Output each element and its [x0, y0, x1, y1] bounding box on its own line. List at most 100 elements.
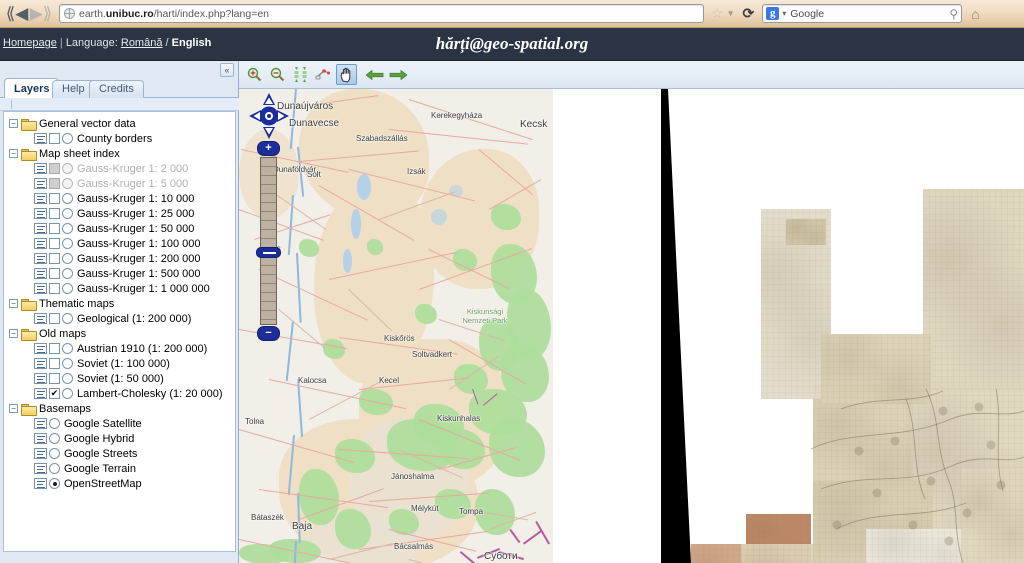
layer-radio[interactable]: [62, 238, 73, 249]
legend-icon[interactable]: [34, 448, 47, 459]
layer-checkbox[interactable]: [49, 238, 60, 249]
legend-icon[interactable]: [34, 433, 47, 444]
layer-item[interactable]: Google Terrain: [8, 461, 235, 476]
legend-icon[interactable]: [34, 208, 47, 219]
layer-checkbox[interactable]: [49, 343, 60, 354]
layer-radio[interactable]: [62, 373, 73, 384]
layer-item[interactable]: Google Streets: [8, 446, 235, 461]
legend-icon[interactable]: [34, 133, 47, 144]
measure-tool[interactable]: [313, 64, 334, 85]
layer-radio[interactable]: [62, 193, 73, 204]
layer-checkbox[interactable]: [49, 178, 60, 189]
layer-item[interactable]: OpenStreetMap: [8, 476, 235, 491]
tree-expander-icon[interactable]: −: [9, 119, 18, 128]
chevron-down-icon[interactable]: ▾: [782, 9, 786, 18]
zoom-out-button[interactable]: −: [257, 326, 280, 341]
layer-radio[interactable]: [49, 418, 60, 429]
layer-checkbox[interactable]: [49, 223, 60, 234]
legend-icon[interactable]: [34, 478, 47, 489]
legend-icon[interactable]: [34, 343, 47, 354]
layer-checkbox[interactable]: [49, 253, 60, 264]
tree-expander-icon[interactable]: −: [9, 149, 18, 158]
chevron-down-icon[interactable]: ▼: [727, 9, 735, 18]
layer-radio[interactable]: [49, 478, 60, 489]
layer-item[interactable]: Gauss-Kruger 1: 5 000: [8, 176, 235, 191]
pan-tool[interactable]: [336, 64, 357, 85]
layer-item[interactable]: Gauss-Kruger 1: 200 000: [8, 251, 235, 266]
layer-item[interactable]: Gauss-Kruger 1: 25 000: [8, 206, 235, 221]
legend-icon[interactable]: [34, 268, 47, 279]
collapse-panel-button[interactable]: «: [220, 63, 234, 77]
tab-credits[interactable]: Credits: [89, 80, 144, 98]
layer-radio[interactable]: [62, 283, 73, 294]
layer-radio[interactable]: [62, 313, 73, 324]
tree-expander-icon[interactable]: −: [9, 299, 18, 308]
browser-back-icon[interactable]: ⟪◀: [5, 2, 29, 26]
layer-item[interactable]: Gauss-Kruger 1: 500 000: [8, 266, 235, 281]
bookmark-star-icon[interactable]: ☆: [711, 5, 724, 22]
legend-icon[interactable]: [34, 178, 47, 189]
legend-icon[interactable]: [34, 163, 47, 174]
legend-icon[interactable]: [34, 313, 47, 324]
historic-map-overlay-pane[interactable]: [691, 89, 1024, 563]
layer-radio[interactable]: [49, 433, 60, 444]
layer-item[interactable]: Soviet (1: 50 000): [8, 371, 235, 386]
layer-item[interactable]: Google Hybrid: [8, 431, 235, 446]
layer-checkbox[interactable]: [49, 268, 60, 279]
zoom-in-button[interactable]: +: [257, 141, 280, 156]
layer-item[interactable]: Geological (1: 200 000): [8, 311, 235, 326]
zoom-in-tool[interactable]: [244, 64, 265, 85]
layer-radio[interactable]: [62, 343, 73, 354]
layer-checkbox[interactable]: [49, 163, 60, 174]
layer-item[interactable]: Austrian 1910 (1: 200 000): [8, 341, 235, 356]
layer-item[interactable]: Gauss-Kruger 1: 100 000: [8, 236, 235, 251]
legend-icon[interactable]: [34, 418, 47, 429]
layer-radio[interactable]: [62, 253, 73, 264]
legend-icon[interactable]: [34, 238, 47, 249]
home-icon[interactable]: ⌂: [971, 6, 979, 22]
address-bar[interactable]: earth.unibuc.ro/harti/index.php?lang=en: [59, 4, 704, 23]
layer-checkbox[interactable]: [49, 208, 60, 219]
layer-item[interactable]: Gauss-Kruger 1: 10 000: [8, 191, 235, 206]
layer-tree[interactable]: − General vector data County borders − Map s…: [3, 111, 236, 552]
layer-radio[interactable]: [49, 463, 60, 474]
layer-radio[interactable]: [62, 133, 73, 144]
layer-checkbox[interactable]: [49, 373, 60, 384]
map-navigation-control[interactable]: + −: [248, 93, 290, 343]
search-box[interactable]: g ▾ Google ⚲: [762, 4, 963, 23]
legend-icon[interactable]: [34, 463, 47, 474]
legend-icon[interactable]: [34, 388, 47, 399]
layer-radio[interactable]: [49, 448, 60, 459]
pan-pad-icon[interactable]: [249, 93, 289, 139]
layer-radio[interactable]: [62, 208, 73, 219]
layer-group-map-sheet-index[interactable]: − Map sheet index: [8, 146, 235, 161]
history-forward-button[interactable]: [387, 64, 408, 85]
zoom-slider-handle[interactable]: [256, 247, 281, 258]
layer-group-old-maps[interactable]: − Old maps: [8, 326, 235, 341]
layer-radio[interactable]: [62, 268, 73, 279]
layer-radio[interactable]: [62, 388, 73, 399]
layer-item[interactable]: Gauss-Kruger 1: 1 000 000: [8, 281, 235, 296]
history-back-button[interactable]: [364, 64, 385, 85]
reload-icon[interactable]: ⟳: [742, 5, 754, 22]
legend-icon[interactable]: [34, 358, 47, 369]
layer-checkbox[interactable]: [49, 133, 60, 144]
layer-radio[interactable]: [62, 178, 73, 189]
layer-radio[interactable]: [62, 223, 73, 234]
zoom-out-tool[interactable]: [267, 64, 288, 85]
browser-forward-icon[interactable]: ▶⟫: [29, 2, 53, 26]
layer-item[interactable]: Gauss-Kruger 1: 50 000: [8, 221, 235, 236]
search-icon[interactable]: ⚲: [949, 7, 958, 21]
map-viewport[interactable]: Dunaújváros Dunavecse Kerekegyháza Kecsk Sza…: [239, 89, 1024, 563]
layer-group-basemaps[interactable]: − Basemaps: [8, 401, 235, 416]
legend-icon[interactable]: [34, 253, 47, 264]
layer-checkbox[interactable]: [49, 358, 60, 369]
layer-group-general-vector-data[interactable]: − General vector data: [8, 116, 235, 131]
zoom-extent-tool[interactable]: [290, 64, 311, 85]
layer-checkbox[interactable]: [49, 313, 60, 324]
layer-checkbox[interactable]: [49, 283, 60, 294]
zoom-slider-track[interactable]: [260, 157, 277, 325]
layer-item[interactable]: Gauss-Kruger 1: 2 000: [8, 161, 235, 176]
search-input-placeholder[interactable]: Google: [790, 8, 824, 20]
legend-icon[interactable]: [34, 223, 47, 234]
